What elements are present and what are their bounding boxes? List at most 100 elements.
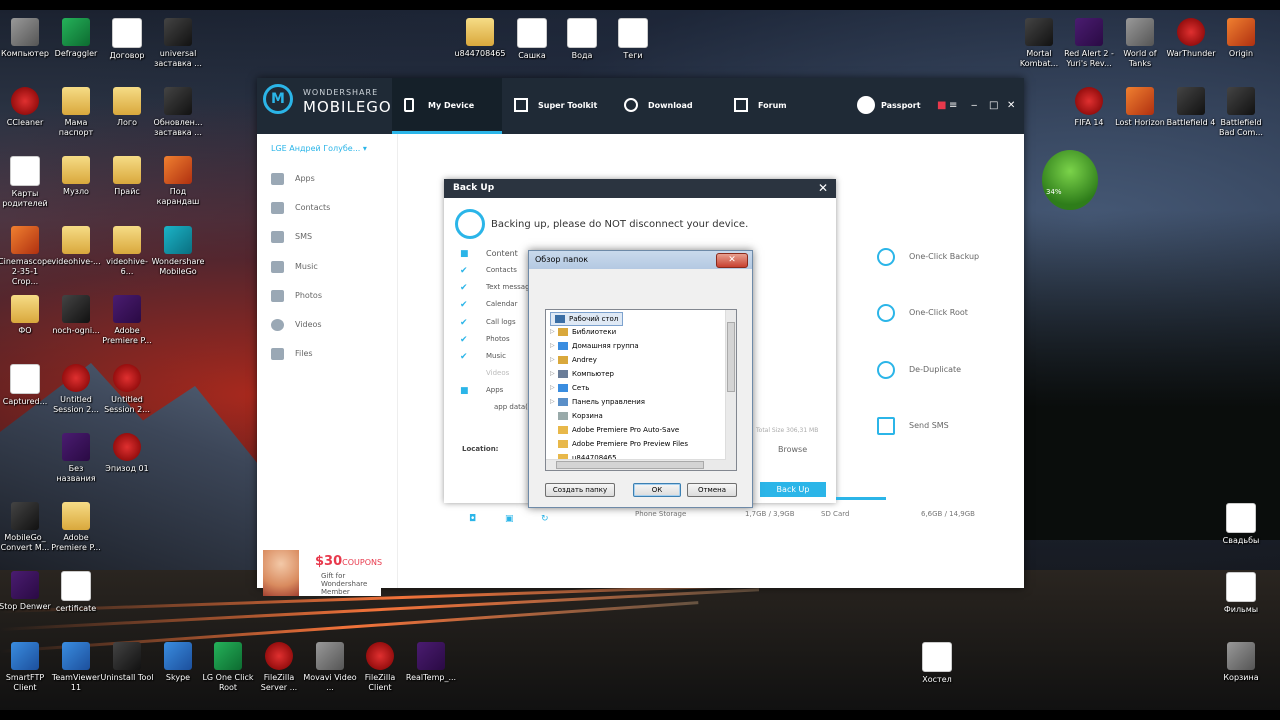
desktop-icon[interactable]: Вода <box>555 18 609 61</box>
desktop-icon[interactable]: Эпизод 01 <box>100 433 154 474</box>
sidebar-item-videos[interactable]: Videos <box>271 318 322 332</box>
checkbox[interactable]: ✔ <box>460 300 468 310</box>
desktop-icon[interactable]: Теги <box>606 18 660 61</box>
desktop-icon[interactable]: Uninstall Tool <box>100 642 154 683</box>
expand-arrow-icon[interactable]: ▷ <box>550 396 555 408</box>
camera-icon[interactable]: ◘ <box>469 514 476 524</box>
checkbox[interactable]: ✔ <box>460 283 468 293</box>
browse-button[interactable]: Browse <box>778 445 807 454</box>
close-button[interactable]: ✕ <box>1007 100 1015 111</box>
expand-arrow-icon[interactable]: ▷ <box>550 382 555 394</box>
desktop-icon[interactable]: MobileGo_ Convert M... <box>0 502 52 553</box>
sidebar-item-photos[interactable]: Photos <box>271 289 322 303</box>
one-click-root-button[interactable]: One-Click Root <box>877 304 1049 322</box>
sidebar-item-contacts[interactable]: Contacts <box>271 201 330 215</box>
tree-item[interactable]: ▷ Сеть <box>550 382 589 394</box>
one-click-backup-button[interactable]: One-Click Backup <box>877 248 1049 266</box>
desktop-icon[interactable]: videohive-... <box>49 226 103 267</box>
desktop-icon[interactable]: ФО <box>0 295 52 336</box>
desktop-icon[interactable]: noch-ogni... <box>49 295 103 336</box>
refresh-icon[interactable]: ↻ <box>541 514 549 524</box>
close-button[interactable]: ✕ <box>716 253 748 268</box>
tree-item[interactable]: ▷ Панель управления <box>550 396 645 408</box>
desktop-icon[interactable]: Корзина <box>1214 642 1268 683</box>
sidebar-item-apps[interactable]: Apps <box>271 172 315 186</box>
gift-icon[interactable]: ■ <box>937 100 946 111</box>
close-icon[interactable]: ✕ <box>818 179 828 198</box>
desktop-icon[interactable]: SmartFTP Client <box>0 642 52 693</box>
sidebar-item-files[interactable]: Files <box>271 347 313 361</box>
checkbox[interactable]: ✔ <box>460 335 468 345</box>
desktop-icon[interactable]: Музло <box>49 156 103 197</box>
desktop-icon[interactable]: Обновлен... заставка ... <box>151 87 205 138</box>
back-up-button[interactable]: Back Up <box>760 482 826 497</box>
desktop-icon[interactable]: RealTemp_... <box>404 642 458 683</box>
tree-item[interactable]: Рабочий стол <box>550 312 624 326</box>
desktop-icon[interactable]: universal заставка ... <box>151 18 205 69</box>
passport-button[interactable]: Passport <box>857 78 921 134</box>
desktop-icon[interactable]: Договор <box>100 18 154 61</box>
menu-icon[interactable]: ≡ <box>949 100 957 111</box>
de-duplicate-button[interactable]: De-Duplicate <box>877 361 1049 379</box>
tree-item[interactable]: Adobe Premiere Pro Preview Files <box>554 438 688 450</box>
checkbox[interactable]: ■ <box>460 386 469 396</box>
desktop-icon[interactable]: World of Tanks <box>1113 18 1167 69</box>
desktop-icon[interactable]: CCleaner <box>0 87 52 128</box>
maximize-button[interactable]: □ <box>989 100 998 111</box>
checkbox[interactable]: ✔ <box>460 318 468 328</box>
desktop-icon[interactable]: videohive-6... <box>100 226 154 277</box>
desktop-icon[interactable]: Без названия <box>49 433 103 484</box>
tree-item[interactable]: ▷ Домашняя группа <box>550 340 639 352</box>
desktop-icon[interactable]: Battlefield Bad Com... <box>1214 87 1268 138</box>
checkbox[interactable]: ✔ <box>460 352 468 362</box>
sidebar-item-music[interactable]: Music <box>271 260 318 274</box>
desktop-icon[interactable]: Untitled Session 2... <box>49 364 103 415</box>
tree-item[interactable]: ▷ Andrey <box>550 354 597 366</box>
tree-item[interactable]: Корзина <box>554 410 603 422</box>
expand-arrow-icon[interactable]: ▷ <box>550 354 555 366</box>
ok-button[interactable]: ОК <box>633 483 681 497</box>
desktop-icon[interactable]: Battlefield 4 <box>1164 87 1218 128</box>
tab-super-toolkit[interactable]: Super Toolkit <box>502 78 612 134</box>
desktop-icon[interactable]: Lost Horizon <box>1113 87 1167 128</box>
desktop-icon[interactable]: Untitled Session 2... <box>100 364 154 415</box>
desktop-icon[interactable]: Свадьбы <box>1214 503 1268 546</box>
tab-download[interactable]: Download <box>612 78 722 134</box>
screen-icon[interactable]: ▣ <box>505 514 514 524</box>
desktop-icon[interactable]: Фильмы <box>1214 572 1268 615</box>
coupon-banner[interactable]: $30COUPONS Gift for Wondershare Member <box>263 550 382 596</box>
desktop-icon[interactable]: Wondershare MobileGo <box>151 226 205 277</box>
cancel-button[interactable]: Отмена <box>687 483 737 497</box>
desktop-icon[interactable]: Под карандаш <box>151 156 205 207</box>
desktop-icon[interactable]: Movavi Video ... <box>303 642 357 693</box>
expand-arrow-icon[interactable]: ▷ <box>550 368 555 380</box>
desktop-icon[interactable]: Captured... <box>0 364 52 407</box>
desktop-icon[interactable]: Origin <box>1214 18 1268 59</box>
desktop-icon[interactable]: u844708465 <box>453 18 507 59</box>
checkbox[interactable]: ■ <box>460 249 469 259</box>
desktop-icon[interactable]: certificate <box>49 571 103 614</box>
minimize-button[interactable]: ‒ <box>971 100 977 111</box>
folder-tree[interactable]: Рабочий стол ▷ Библиотеки ▷ Домашняя группа ▷… <box>545 309 737 471</box>
desktop-icon[interactable]: Red Alert 2 - Yuri's Rev... <box>1062 18 1116 69</box>
expand-arrow-icon[interactable]: ▷ <box>550 340 555 352</box>
desktop-icon[interactable]: Adobe Premiere P... <box>49 502 103 553</box>
expand-arrow-icon[interactable]: ▷ <box>550 326 555 338</box>
vertical-scrollbar[interactable] <box>725 310 736 470</box>
desktop-icon[interactable]: FileZilla Client <box>353 642 407 693</box>
desktop-icon[interactable]: Skype <box>151 642 205 683</box>
desktop-icon[interactable]: Cinemascope 2-35-1 Crop... <box>0 226 52 287</box>
desktop-widget-icon[interactable]: 34% <box>1042 150 1098 210</box>
tree-item[interactable]: Adobe Premiere Pro Auto-Save <box>554 424 679 436</box>
desktop-icon[interactable]: WarThunder <box>1164 18 1218 59</box>
desktop-icon[interactable]: Мама паспорт <box>49 87 103 138</box>
desktop-icon[interactable]: LG One Click Root <box>201 642 255 693</box>
desktop-icon[interactable]: Карты родителей <box>0 156 52 209</box>
send-sms-button[interactable]: Send SMS <box>877 417 1049 435</box>
sidebar-item-sms[interactable]: SMS <box>271 230 312 244</box>
desktop-icon[interactable]: Mortal Kombat... <box>1012 18 1066 69</box>
horizontal-scrollbar[interactable] <box>546 459 726 470</box>
desktop-icon[interactable]: FIFA 14 <box>1062 87 1116 128</box>
desktop-icon[interactable]: Компьютер <box>0 18 52 59</box>
scroll-thumb[interactable] <box>727 322 735 392</box>
